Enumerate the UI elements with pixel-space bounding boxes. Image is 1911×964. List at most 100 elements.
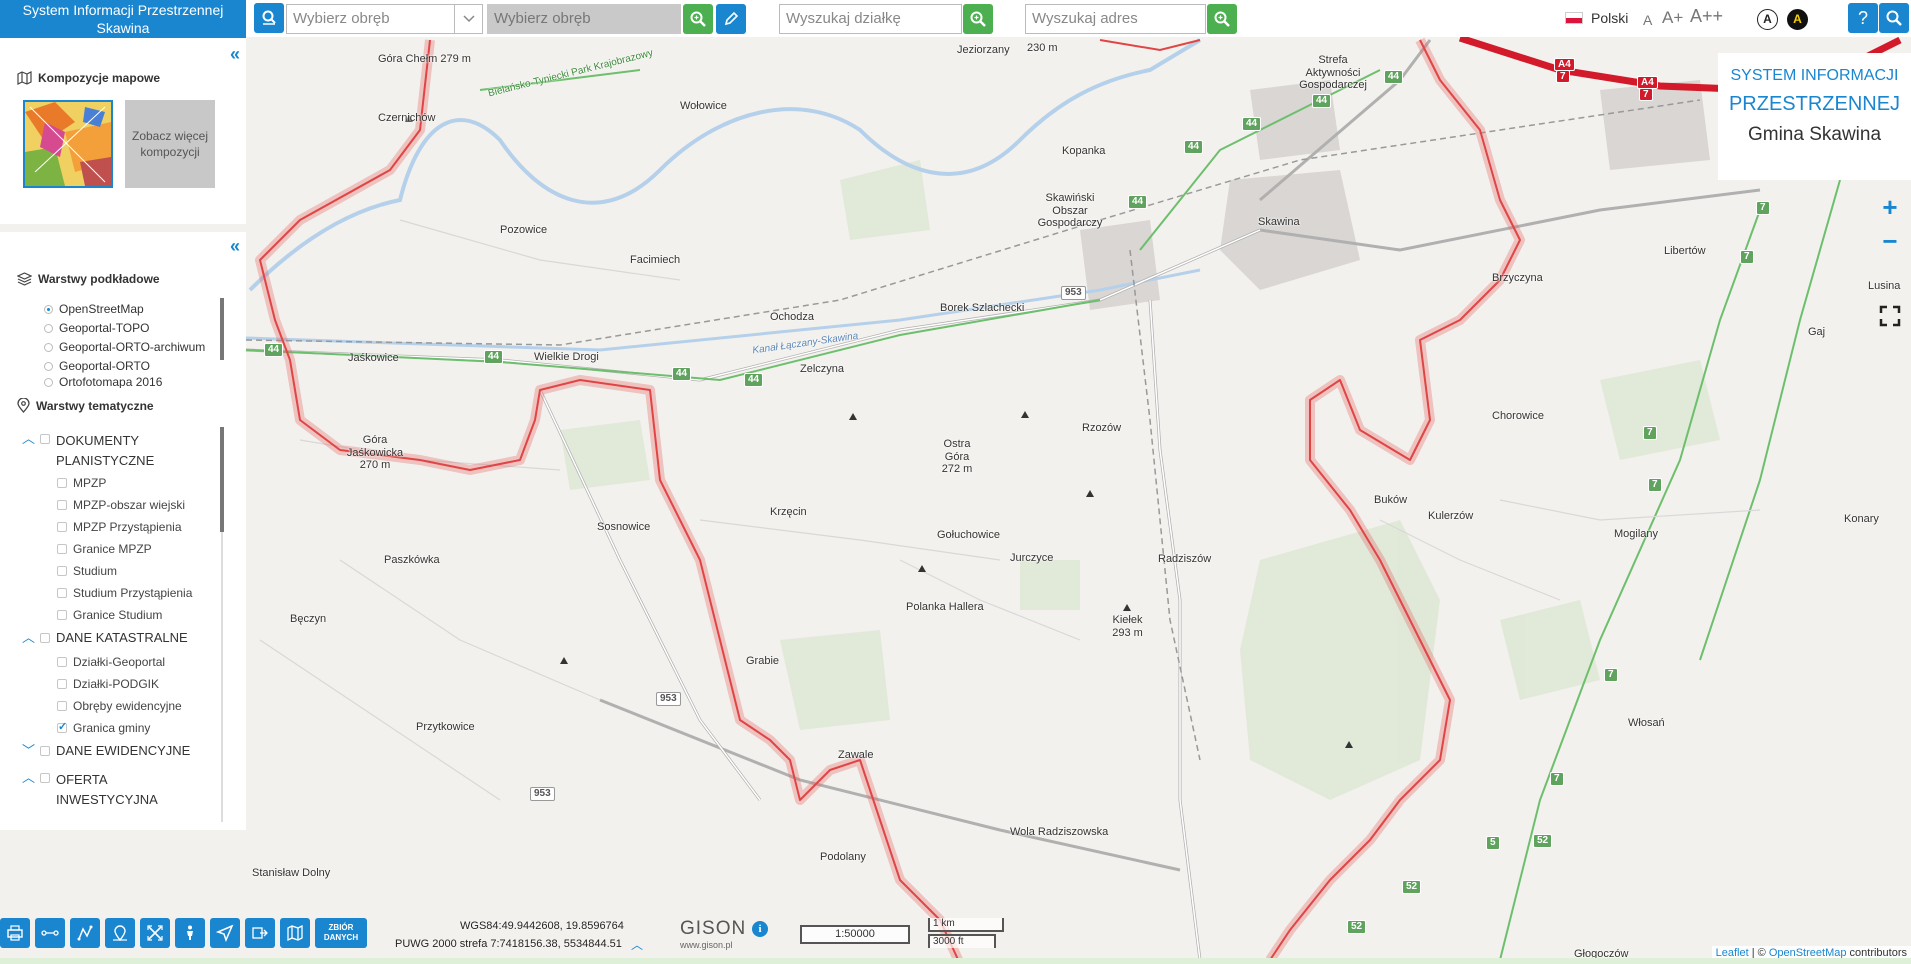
map-layers-button[interactable]	[280, 918, 310, 948]
dzialka-search-button[interactable]	[963, 4, 993, 34]
checkbox[interactable]	[57, 657, 67, 667]
base-layer-orto[interactable]: Geoportal-ORTO	[44, 358, 150, 374]
chevron-up-icon[interactable]: ︿	[22, 630, 35, 646]
layer-studium-przystapienia[interactable]: Studium Przystąpienia	[57, 585, 192, 601]
data-set-button[interactable]: ZBIÓR DANYCH	[315, 918, 367, 948]
obreb-select[interactable]: Wybierz obręb	[286, 4, 455, 34]
checkbox[interactable]	[57, 701, 67, 711]
info-icon[interactable]: i	[752, 921, 768, 937]
adres-search-button[interactable]	[1207, 4, 1237, 34]
thematic-layers-scrollbar[interactable]	[220, 427, 224, 532]
radio[interactable]	[44, 361, 53, 371]
zoom-out-button[interactable]: −	[1875, 227, 1905, 257]
obreb-search-button[interactable]	[683, 4, 713, 34]
language-selector[interactable]: Polski	[1565, 10, 1628, 26]
print-button[interactable]	[0, 918, 30, 948]
base-layer-ortofotomapa[interactable]: Ortofotomapa 2016	[44, 376, 162, 388]
group-dane-ewidencyjne[interactable]: ﹀ DANE EWIDENCYJNE	[22, 743, 190, 759]
chevron-up-icon[interactable]: ︿	[22, 431, 35, 447]
gison-logo[interactable]: GISON www.gison.pl	[680, 918, 746, 950]
checkbox[interactable]	[57, 522, 67, 532]
group-dokumenty[interactable]: ︿ DOKUMENTY PLANISTYCZNE	[22, 431, 166, 471]
layer-mpzp-przystapienia[interactable]: MPZP Przystąpienia	[57, 519, 182, 535]
font-size-small-button[interactable]: A	[1643, 12, 1652, 28]
base-layer-topo[interactable]: Geoportal-TOPO	[44, 320, 149, 336]
font-size-large-button[interactable]: A++	[1690, 6, 1723, 27]
dzialka-search-input[interactable]: Wyszukaj działkę	[779, 4, 962, 34]
checkbox[interactable]	[57, 500, 67, 510]
checkbox[interactable]	[57, 544, 67, 554]
draw-line-button[interactable]	[70, 918, 100, 948]
group-checkbox[interactable]	[40, 746, 50, 756]
search-tool-button[interactable]	[1879, 3, 1909, 33]
layer-studium[interactable]: Studium	[57, 563, 117, 579]
obreb-input[interactable]: Wybierz obręb	[487, 4, 681, 34]
adres-search-input[interactable]: Wyszukaj adres	[1025, 4, 1206, 34]
radio[interactable]	[44, 323, 53, 333]
app-brand[interactable]: System Informacji Przestrzennej Skawina	[0, 0, 246, 38]
checkbox[interactable]	[57, 588, 67, 598]
layer-granice-studium[interactable]: Granice Studium	[57, 607, 162, 623]
more-compositions-button[interactable]: Zobacz więcej kompozycji	[125, 100, 215, 188]
chevron-up-icon[interactable]: ︿	[22, 770, 35, 786]
road-shield-44-6: 44	[1184, 140, 1204, 154]
info-line3: Gmina Skawina	[1747, 124, 1882, 145]
composition-thumbnail[interactable]	[23, 100, 113, 188]
collapse-compositions-button[interactable]: «	[230, 44, 240, 65]
edit-search-button[interactable]	[716, 4, 746, 34]
radio[interactable]	[44, 342, 53, 352]
locate-obreb-button[interactable]	[254, 3, 284, 33]
navigate-button[interactable]	[210, 918, 240, 948]
help-button[interactable]: ?	[1848, 3, 1878, 33]
map-label-paszkowka: Paszkówka	[384, 554, 440, 566]
layer-mpzp-wiejski[interactable]: MPZP-obszar wiejski	[57, 497, 185, 513]
marker-icon	[113, 925, 127, 942]
layer-dzialki-geoportal[interactable]: Działki-Geoportal	[57, 654, 165, 670]
checkbox[interactable]	[57, 566, 67, 576]
layer-obreby[interactable]: Obręby ewidencyjne	[57, 698, 182, 714]
base-layer-label: OpenStreetMap	[59, 302, 144, 316]
checkbox[interactable]	[57, 679, 67, 689]
font-size-medium-button[interactable]: A+	[1662, 8, 1683, 28]
map-label-230: 230 m	[1027, 42, 1058, 54]
checkbox[interactable]	[57, 610, 67, 620]
base-layer-osm[interactable]: OpenStreetMap	[44, 301, 144, 317]
base-layer-orto-archiwum[interactable]: Geoportal-ORTO-archiwum	[44, 339, 205, 355]
fullscreen-button[interactable]	[1879, 305, 1901, 327]
base-layer-label: Geoportal-TOPO	[59, 321, 150, 335]
checkbox-checked[interactable]	[57, 720, 67, 733]
group-checkbox[interactable]	[40, 434, 50, 444]
radio[interactable]	[44, 377, 53, 387]
measure-distance-button[interactable]	[35, 918, 65, 948]
group-oferta-inwestycyjna[interactable]: ︿ OFERTA INWESTYCYJNA	[22, 770, 166, 810]
group-checkbox[interactable]	[40, 633, 50, 643]
obreb-dropdown-toggle[interactable]	[454, 4, 483, 34]
layer-mpzp[interactable]: MPZP	[57, 475, 106, 491]
checkbox[interactable]	[57, 478, 67, 488]
base-layers-scrollbar[interactable]	[220, 298, 224, 360]
group-checkbox[interactable]	[40, 773, 50, 783]
compare-maps-button[interactable]	[245, 918, 275, 948]
road-shield-7-3: 7	[1643, 426, 1657, 440]
map-base-svg	[245, 34, 1902, 964]
radio-selected[interactable]	[44, 304, 53, 314]
map-label-bukow: Buków	[1374, 494, 1408, 506]
map-label-facimiech: Facimiech	[630, 254, 681, 266]
contrast-normal-button[interactable]: A	[1757, 9, 1778, 30]
layer-granica-gminy[interactable]: Granica gminy	[57, 720, 150, 736]
contrast-high-button[interactable]: A	[1787, 9, 1808, 30]
layer-dzialki-podgik[interactable]: Działki-PODGIK	[57, 676, 159, 692]
add-marker-button[interactable]	[105, 918, 135, 948]
layer-granice-mpzp[interactable]: Granice MPZP	[57, 541, 152, 557]
map-canvas[interactable]: Góra Chełm 279 m Bielańsko-Tyniecki Park…	[0, 0, 1911, 964]
coordinates-toggle-chevron-up-icon[interactable]: ︿	[631, 936, 643, 953]
layer-label: MPZP Przystąpienia	[73, 520, 182, 534]
zoom-in-button[interactable]: +	[1875, 193, 1905, 223]
scale-ratio[interactable]: 1:50000	[800, 925, 910, 944]
map-label-brzyczyna: Brzyczyna	[1492, 272, 1543, 284]
chevron-down-icon[interactable]: ﹀	[22, 743, 35, 759]
street-view-button[interactable]	[175, 918, 205, 948]
group-dane-katastralne[interactable]: ︿ DANE KATASTRALNE	[22, 630, 188, 646]
clear-tools-button[interactable]	[140, 918, 170, 948]
collapse-layers-button[interactable]: «	[230, 236, 240, 257]
